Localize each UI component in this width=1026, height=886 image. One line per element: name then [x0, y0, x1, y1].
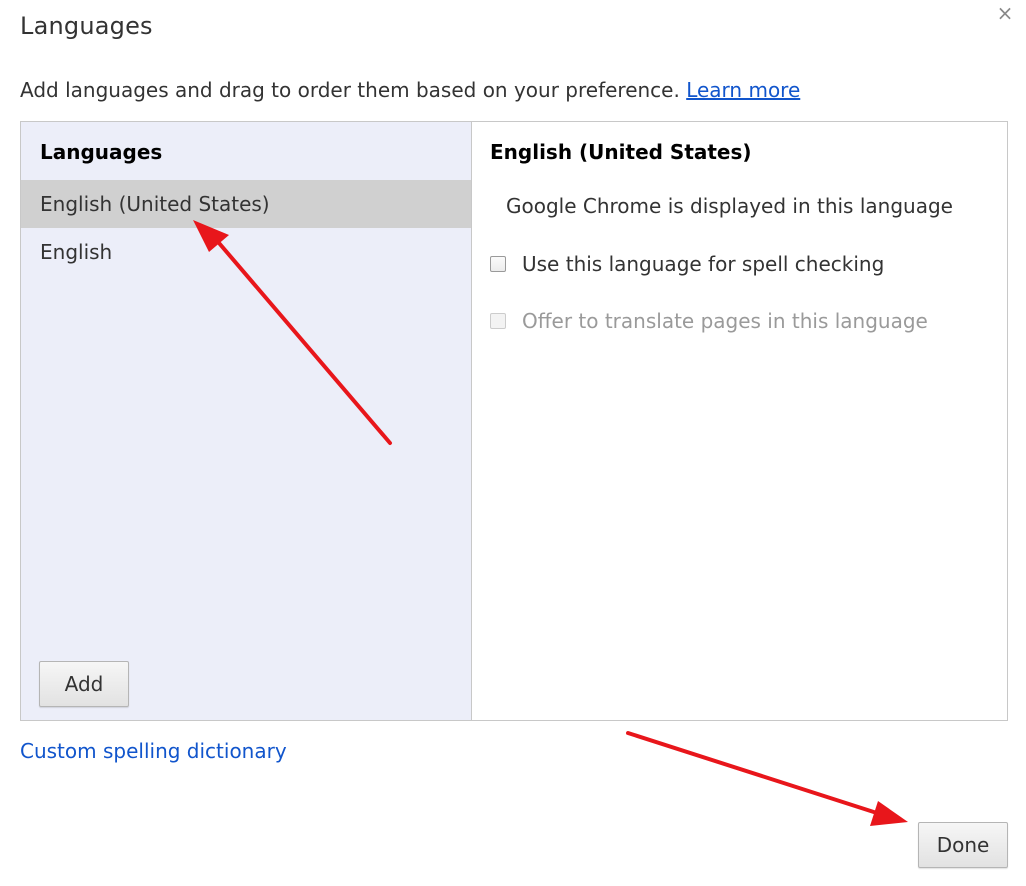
language-item-label: English: [40, 240, 113, 264]
spell-check-checkbox[interactable]: [490, 256, 506, 272]
language-item-label: English (United States): [40, 192, 270, 216]
spell-check-option[interactable]: Use this language for spell checking: [490, 252, 884, 276]
close-icon[interactable]: ×: [994, 2, 1016, 24]
done-button[interactable]: Done: [918, 822, 1008, 868]
language-item-english[interactable]: English: [21, 228, 471, 276]
languages-dialog: Languages × Add languages and drag to or…: [0, 0, 1026, 886]
dialog-title: Languages: [20, 12, 153, 40]
translate-checkbox: [490, 313, 506, 329]
arrow-to-done-button: [626, 731, 908, 826]
custom-spelling-dictionary-link[interactable]: Custom spelling dictionary: [20, 739, 287, 763]
language-list-header: Languages: [40, 140, 163, 164]
intro-description: Add languages and drag to order them bas…: [20, 78, 680, 102]
translate-label: Offer to translate pages in this languag…: [522, 309, 928, 333]
languages-panel: Languages English (United States) Englis…: [20, 121, 1008, 721]
translate-option: Offer to translate pages in this languag…: [490, 309, 928, 333]
intro-text: Add languages and drag to order them bas…: [20, 78, 800, 102]
language-detail-pane: English (United States) Google Chrome is…: [472, 122, 1007, 720]
add-language-button[interactable]: Add: [39, 661, 129, 707]
detail-title: English (United States): [490, 140, 752, 164]
spell-check-label[interactable]: Use this language for spell checking: [522, 252, 884, 276]
language-list-pane: Languages English (United States) Englis…: [21, 122, 472, 720]
learn-more-link[interactable]: Learn more: [686, 78, 800, 102]
display-language-info: Google Chrome is displayed in this langu…: [506, 194, 953, 218]
language-item-english-us[interactable]: English (United States): [21, 180, 471, 228]
